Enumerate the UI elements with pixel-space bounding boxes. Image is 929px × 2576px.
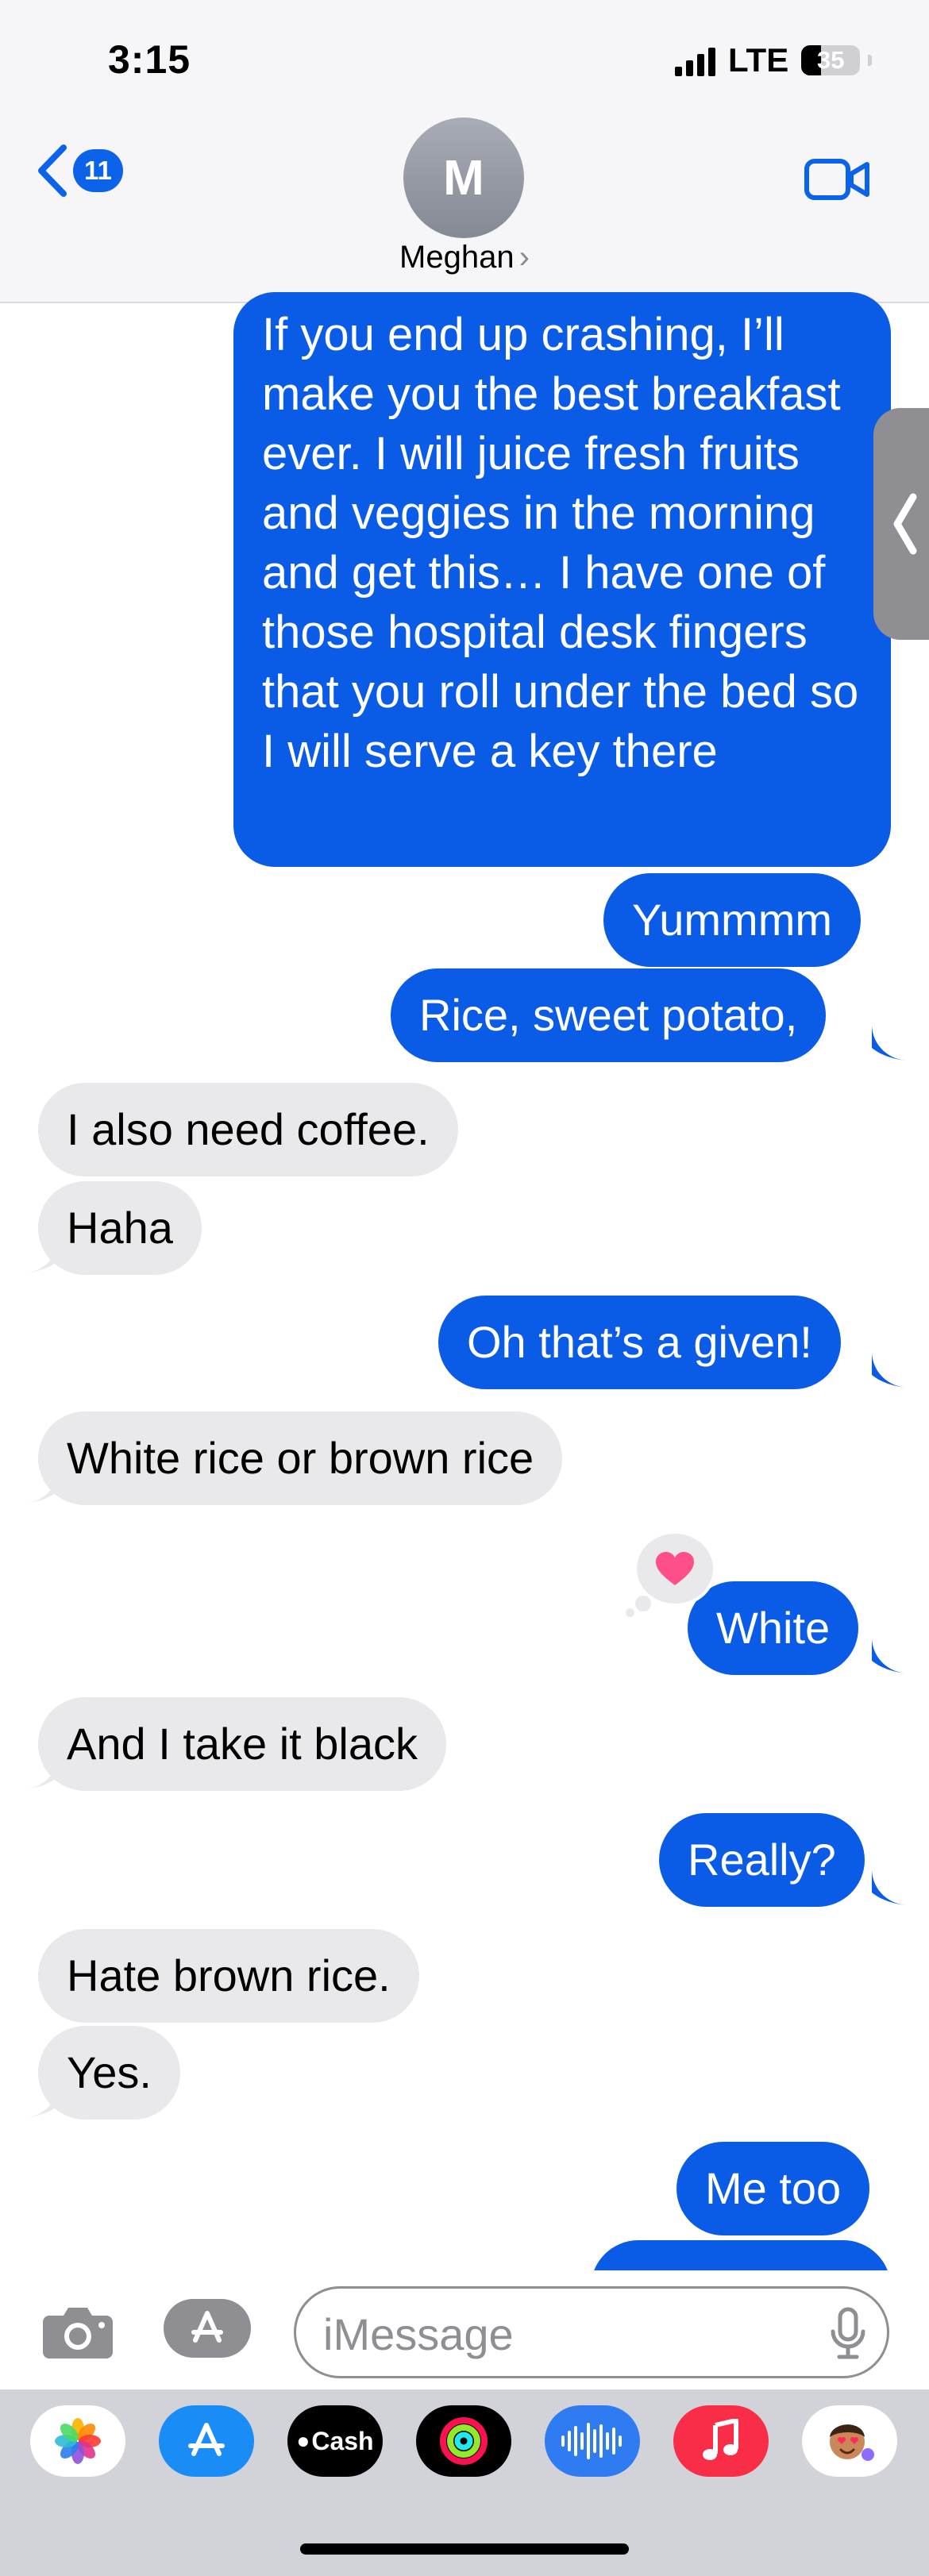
bubble-tail — [24, 2081, 59, 2118]
contact-name-button[interactable]: Meghan › — [306, 240, 623, 275]
outgoing-message-bubble[interactable]: Me too — [677, 2142, 870, 2235]
waveform-icon — [561, 2423, 622, 2459]
activity-rings-glyph — [440, 2417, 488, 2465]
back-button[interactable]: 11 — [35, 143, 123, 198]
music-app-icon[interactable] — [673, 2405, 769, 2477]
heart-icon — [656, 1552, 694, 1585]
incoming-message-bubble[interactable]: And I take it black — [38, 1697, 447, 1791]
tapback-reaction[interactable] — [634, 1531, 716, 1607]
memoji-face-icon — [830, 2424, 874, 2461]
contact-avatar[interactable]: M — [403, 117, 524, 238]
app-store-icon — [191, 2311, 223, 2343]
signal-bars-icon — [675, 44, 715, 76]
chevron-left-icon — [893, 493, 917, 555]
battery-tip — [868, 55, 873, 66]
app-store-icon[interactable] — [159, 2405, 254, 2477]
incoming-message-bubble[interactable]: Haha — [38, 1181, 202, 1275]
video-camera-icon — [804, 159, 869, 200]
unread-count-badge: 11 — [73, 149, 123, 192]
apple-cash-label: Cash — [311, 2426, 374, 2455]
reaction-dot-small — [626, 1608, 634, 1617]
status-indicators: LTE 35 — [675, 41, 873, 79]
chevron-right-icon: › — [518, 240, 530, 275]
incoming-message-bubble[interactable]: Yes. — [38, 2026, 180, 2120]
photos-flower-icon — [55, 2418, 101, 2464]
app-store-glyph — [188, 2423, 225, 2456]
bubble-tail — [872, 1351, 907, 1388]
apps-button[interactable] — [164, 2299, 251, 2358]
activity-rings-icon[interactable] — [416, 2405, 511, 2477]
network-type: LTE — [728, 41, 789, 79]
audio-message-icon[interactable] — [545, 2405, 640, 2477]
memoji-icon[interactable] — [802, 2405, 897, 2477]
home-indicator — [300, 2543, 629, 2555]
chevron-left-icon — [38, 144, 67, 197]
outgoing-message-bubble[interactable]: Yummmm — [603, 873, 861, 967]
apple-cash-icon[interactable]: ● Cash — [287, 2405, 383, 2477]
battery-level: 35 — [816, 46, 845, 74]
outgoing-message-bubble[interactable]: Oh that’s a given! — [438, 1296, 841, 1389]
facetime-video-button[interactable] — [804, 156, 870, 206]
battery-icon: 35 — [801, 45, 861, 75]
apple-logo-icon: ● — [296, 2428, 310, 2453]
message-text-field[interactable] — [323, 2306, 800, 2362]
outgoing-message-bubble[interactable]: If you end up crashing, I’ll make you th… — [233, 292, 891, 867]
bubble-tail — [24, 1237, 59, 1273]
outgoing-message-bubble[interactable]: Really? — [659, 1813, 865, 1907]
camera-button[interactable] — [41, 2303, 114, 2364]
contact-name: Meghan — [399, 240, 515, 275]
bubble-tail — [24, 1753, 59, 1789]
incoming-message-bubble[interactable]: White rice or brown rice — [38, 1411, 563, 1505]
bubble-tail — [24, 1467, 59, 1504]
music-note-icon — [703, 2419, 738, 2460]
microphone-icon[interactable] — [828, 2306, 868, 2362]
bubble-tail — [872, 1024, 907, 1061]
side-panel-handle[interactable] — [873, 408, 929, 640]
incoming-message-bubble[interactable]: Hate brown rice. — [38, 1929, 419, 2023]
bubble-tail — [872, 1637, 907, 1673]
photos-app-icon[interactable] — [30, 2405, 125, 2477]
camera-icon — [43, 2308, 113, 2358]
message-input[interactable] — [294, 2286, 889, 2378]
reaction-dot — [635, 1596, 651, 1611]
bubble-tail — [872, 1869, 907, 1905]
outgoing-message-bubble[interactable]: White — [688, 1581, 859, 1675]
incoming-message-bubble[interactable]: I also need coffee. — [38, 1083, 458, 1176]
outgoing-message-bubble[interactable]: Rice, sweet potato, — [391, 968, 827, 1062]
status-time: 3:15 — [108, 37, 191, 82]
